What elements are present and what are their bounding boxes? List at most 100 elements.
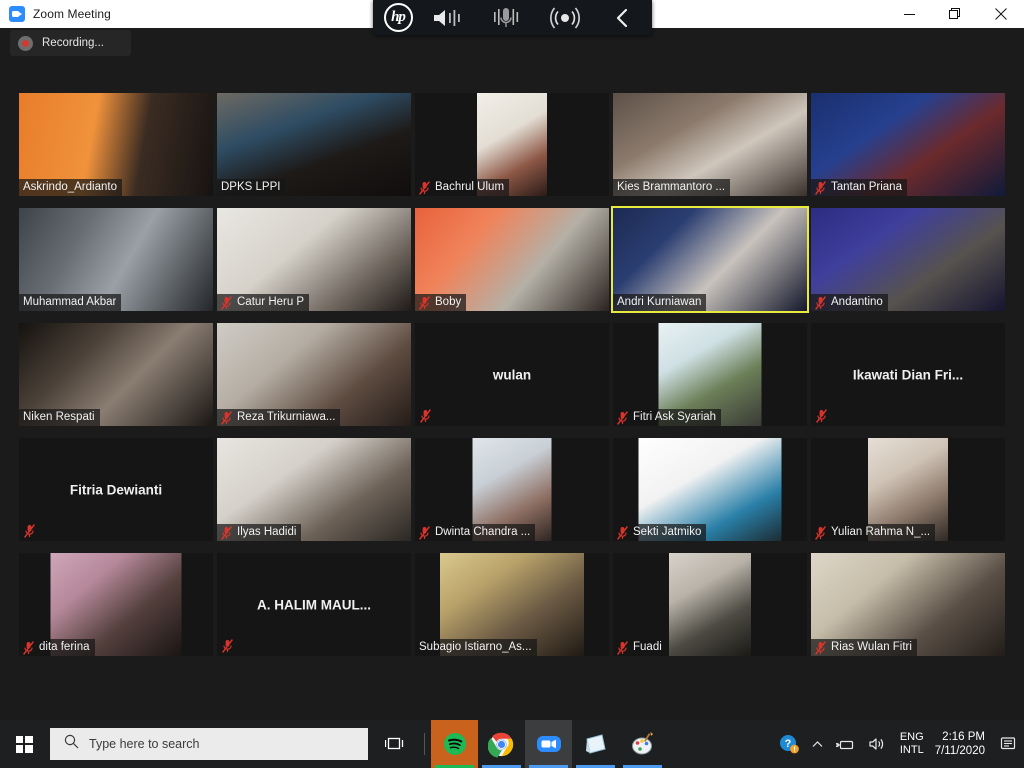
- language-line-2: INTL: [899, 744, 924, 756]
- network-icon[interactable]: [830, 720, 862, 768]
- mic-muted-icon: [815, 640, 826, 655]
- mic-muted-icon: [24, 524, 35, 538]
- mic-muted-icon: [419, 525, 430, 540]
- participant-name: Fitria Dewianti: [69, 482, 163, 497]
- participant-tile[interactable]: Tantan Priana: [811, 93, 1005, 196]
- participant-name: Dwinta Chandra ...: [435, 526, 531, 538]
- participant-video: [669, 553, 751, 656]
- participant-name-bar: Yulian Rahma N_...: [811, 524, 936, 541]
- mic-muted-icon: [221, 410, 232, 425]
- participant-tile[interactable]: Fitri Ask Syariah: [613, 323, 807, 426]
- task-view-button[interactable]: [372, 720, 418, 768]
- chevron-left-icon[interactable]: [594, 0, 652, 35]
- chrome-taskbar-icon[interactable]: [478, 720, 525, 768]
- participant-tile[interactable]: Dwinta Chandra ...: [415, 438, 609, 541]
- participant-tile[interactable]: Fuadi: [613, 553, 807, 656]
- minimize-button[interactable]: [886, 0, 932, 28]
- participant-name-bar: Tantan Priana: [811, 179, 907, 196]
- participant-name-bar: Boby: [415, 294, 467, 311]
- language-line-1: ENG: [899, 731, 924, 743]
- mic-muted-icon: [617, 640, 628, 655]
- speaker-volume-icon[interactable]: [419, 0, 477, 35]
- participant-tile[interactable]: Boby: [415, 208, 609, 311]
- mic-muted-icon: [419, 180, 430, 195]
- participant-tile[interactable]: Yulian Rahma N_...: [811, 438, 1005, 541]
- recording-indicator-button[interactable]: Recording...: [10, 30, 131, 56]
- volume-icon[interactable]: [862, 720, 893, 768]
- participant-tile[interactable]: Rias Wulan Fitri: [811, 553, 1005, 656]
- participant-name-bar: dita ferina: [19, 639, 95, 656]
- language-indicator[interactable]: ENG INTL: [893, 731, 931, 757]
- participant-tile[interactable]: Niken Respati: [19, 323, 213, 426]
- participant-tile[interactable]: dita ferina: [19, 553, 213, 656]
- zoom-meeting-window: Recording... Askrindo_Ardianto DPKS LPPI B…: [0, 28, 1024, 720]
- microphone-icon[interactable]: [477, 0, 535, 35]
- participant-name-bar: Bachrul Ulum: [415, 179, 510, 196]
- clock[interactable]: 2:16 PM 7/11/2020: [931, 730, 994, 758]
- mic-muted-icon: [617, 410, 628, 425]
- broadcast-icon[interactable]: [536, 0, 594, 35]
- participant-name-bar: Muhammad Akbar: [19, 294, 122, 311]
- action-center-icon[interactable]: [994, 720, 1024, 768]
- participant-name: Sekti Jatmiko: [633, 526, 702, 538]
- participant-name: Tantan Priana: [831, 181, 902, 193]
- participant-gallery: Askrindo_Ardianto DPKS LPPI Bachrul Ulum Ki…: [19, 93, 1005, 656]
- taskbar-divider: [424, 733, 425, 755]
- participant-tile[interactable]: DPKS LPPI: [217, 93, 411, 196]
- participant-tile[interactable]: Fitria Dewianti: [19, 438, 213, 541]
- mic-muted-icon: [617, 525, 628, 540]
- recording-label: Recording...: [42, 37, 105, 49]
- participant-name-bar: Dwinta Chandra ...: [415, 524, 536, 541]
- participant-name-bar: Kies Brammantoro ...: [613, 179, 731, 196]
- participant-tile[interactable]: A. HALIM MAUL...: [217, 553, 411, 656]
- participant-tile[interactable]: Subagio Istiarno_As...: [415, 553, 609, 656]
- participant-tile[interactable]: Kies Brammantoro ...: [613, 93, 807, 196]
- participant-tile[interactable]: Sekti Jatmiko: [613, 438, 807, 541]
- participant-name: Catur Heru P: [237, 296, 305, 308]
- participant-name: Fitri Ask Syariah: [633, 411, 717, 423]
- participant-tile[interactable]: Bachrul Ulum: [415, 93, 609, 196]
- start-button[interactable]: [0, 720, 48, 768]
- search-icon: [64, 734, 79, 754]
- participant-tile[interactable]: Ilyas Hadidi: [217, 438, 411, 541]
- spotify-taskbar-icon[interactable]: [431, 720, 478, 768]
- show-hidden-icons-chevron-icon[interactable]: [805, 720, 830, 768]
- mic-muted-icon: [816, 409, 827, 423]
- maximize-button[interactable]: [932, 0, 978, 28]
- participant-name: Reza Trikurniawa...: [237, 411, 336, 423]
- participant-tile[interactable]: Andri Kurniawan: [611, 206, 809, 313]
- participant-name-bar: Rias Wulan Fitri: [811, 639, 917, 656]
- participant-name: Boby: [435, 296, 462, 308]
- participant-tile[interactable]: Catur Heru P: [217, 208, 411, 311]
- search-placeholder: Type here to search: [89, 737, 200, 751]
- participant-name-bar: Fitri Ask Syariah: [613, 409, 722, 426]
- participant-name: Muhammad Akbar: [23, 296, 117, 308]
- hp-logo-icon: hp: [377, 3, 419, 33]
- mic-muted-icon: [221, 295, 232, 310]
- sticky-notes-taskbar-icon[interactable]: [572, 720, 619, 768]
- participant-tile[interactable]: Muhammad Akbar: [19, 208, 213, 311]
- participant-tile[interactable]: Reza Trikurniawa...: [217, 323, 411, 426]
- participant-tile[interactable]: Ikawati Dian Fri...: [811, 323, 1005, 426]
- close-button[interactable]: [978, 0, 1024, 28]
- windows-logo-icon: [15, 735, 33, 753]
- mic-muted-icon: [221, 525, 232, 540]
- zoom-taskbar-icon[interactable]: [525, 720, 572, 768]
- participant-name: dita ferina: [39, 641, 90, 653]
- participant-name: Bachrul Ulum: [435, 181, 505, 193]
- help-question-icon[interactable]: ?: [773, 720, 805, 768]
- participant-tile[interactable]: Andantino: [811, 208, 1005, 311]
- participant-name: Andantino: [831, 296, 883, 308]
- paint-taskbar-icon[interactable]: [619, 720, 666, 768]
- window-title: Zoom Meeting: [33, 7, 111, 21]
- participant-tile[interactable]: Askrindo_Ardianto: [19, 93, 213, 196]
- hp-logo-text: hp: [383, 3, 413, 32]
- search-input[interactable]: Type here to search: [50, 728, 368, 760]
- record-dot-icon: [18, 35, 33, 51]
- participant-name-bar: Sekti Jatmiko: [613, 524, 707, 541]
- participant-name-bar: Catur Heru P: [217, 294, 310, 311]
- system-tray: ? ENG INTL 2:16 PM 7/11/2020: [773, 720, 1024, 768]
- mic-muted-icon: [815, 295, 826, 310]
- participant-tile[interactable]: wulan: [415, 323, 609, 426]
- participant-name: Fuadi: [633, 641, 662, 653]
